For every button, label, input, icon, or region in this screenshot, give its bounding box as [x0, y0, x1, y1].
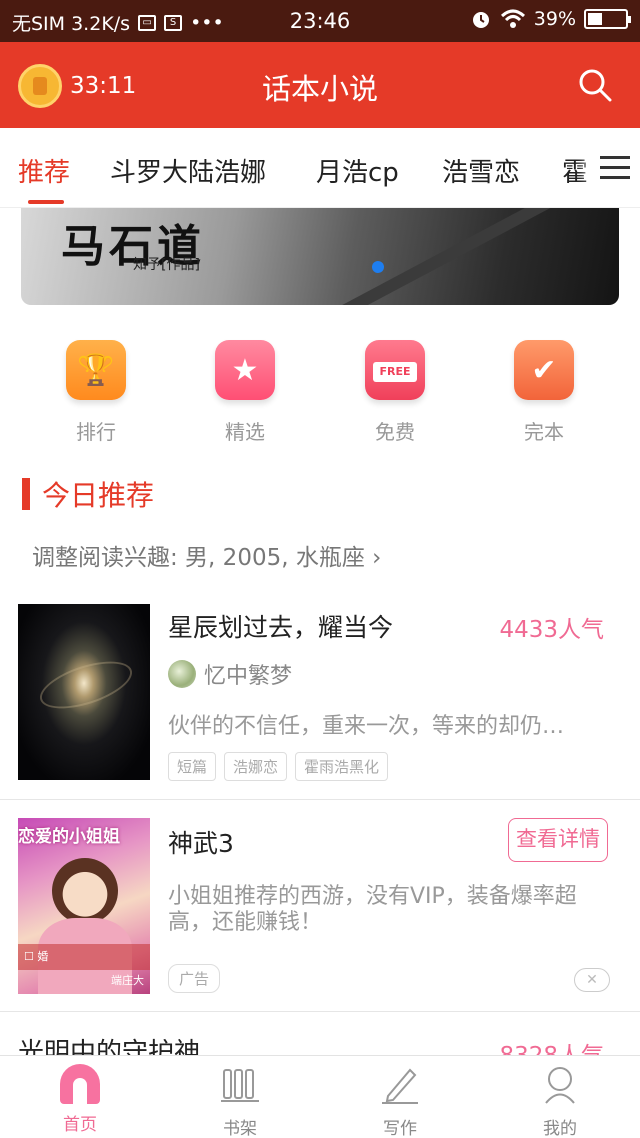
- app-title: 话本小说: [261, 72, 378, 106]
- book-cover: [18, 604, 150, 780]
- chevron-right-icon: ›: [372, 545, 382, 571]
- author-avatar: [168, 660, 196, 688]
- banner-flute-art: [333, 208, 569, 305]
- tab-douluo[interactable]: 斗罗大陆浩娜: [110, 152, 266, 189]
- view-details-button[interactable]: 查看详情: [508, 818, 608, 862]
- wifi-icon: [500, 9, 525, 28]
- section-accent-bar: [22, 478, 30, 510]
- book-title: 星辰划过去，耀当今: [168, 613, 394, 642]
- section-heading: 今日推荐: [22, 476, 154, 512]
- tag-chip[interactable]: 短篇: [168, 752, 217, 781]
- nav-home[interactable]: 首页: [25, 1064, 135, 1135]
- banner-author: 知予[作品]: [133, 257, 200, 273]
- ad-cover: 恋爱的小姐姐 ☐ 婚 端庄大: [18, 818, 150, 994]
- bookshelf-icon: [221, 1069, 259, 1102]
- section-title: 今日推荐: [42, 479, 155, 512]
- nav-label: 首页: [63, 1115, 97, 1135]
- app-header: 33:11 话本小说: [0, 42, 640, 128]
- ad-description: 小姐姐推荐的西游，没有VIP，装备爆率超高，还能赚钱！: [168, 884, 577, 935]
- battery-icon: [584, 9, 631, 29]
- menu-icon[interactable]: [600, 156, 630, 180]
- shortcut-label: 免费: [375, 420, 415, 444]
- tag-chip[interactable]: 霍雨浩黑化: [295, 752, 389, 781]
- nav-label: 写作: [383, 1119, 417, 1138]
- author-name: 忆中繁梦: [204, 664, 293, 689]
- category-tabs: 推荐 斗罗大陆浩娜 月浩cp 浩雪恋 霍: [0, 128, 640, 208]
- banner-page-indicator: [372, 261, 384, 273]
- divider: [0, 1011, 640, 1012]
- shortcut-label: 精选: [225, 420, 265, 444]
- shortcut-completed[interactable]: ✔ 完本: [489, 340, 599, 445]
- book-popularity: 4433人气: [499, 617, 604, 643]
- ad-title: 神武3: [168, 829, 234, 858]
- battery-percent: 39%: [533, 8, 576, 30]
- home-icon: [60, 1064, 100, 1104]
- star-icon: ★: [215, 340, 275, 400]
- reading-interest-link[interactable]: 调整阅读兴趣: 男, 2005, 水瓶座 ›: [32, 538, 381, 572]
- ad-label: 广告: [168, 964, 221, 993]
- bottom-navigation: 首页 书架 写作 我的: [0, 1055, 640, 1138]
- ad-cover-text2: 端庄大: [111, 974, 144, 987]
- status-right: 39%: [470, 8, 631, 30]
- tab-huo[interactable]: 霍: [562, 152, 588, 189]
- shortcut-featured[interactable]: ★ 精选: [190, 340, 300, 445]
- trophy-icon: 🏆: [66, 340, 126, 400]
- profile-icon: [545, 1067, 575, 1104]
- alarm-clock-icon: [472, 12, 489, 28]
- tag-chip[interactable]: 浩娜恋: [224, 752, 288, 781]
- divider: [0, 799, 640, 800]
- nav-bookshelf[interactable]: 书架: [185, 1064, 295, 1138]
- check-icon: ✔: [514, 340, 574, 400]
- shortcut-ranking[interactable]: 🏆 排行: [41, 340, 151, 445]
- nav-write[interactable]: 写作: [345, 1064, 455, 1138]
- ad-cover-caption: 恋爱的小姐姐: [18, 827, 120, 847]
- search-icon[interactable]: [578, 68, 612, 102]
- tab-yuehao[interactable]: 月浩cp: [316, 152, 399, 189]
- close-icon[interactable]: ✕: [574, 968, 610, 992]
- interest-text: 调整阅读兴趣: 男, 2005, 水瓶座: [32, 545, 365, 571]
- shortcut-row: 🏆 排行 ★ 精选 FREE 免费 ✔ 完本: [0, 340, 640, 450]
- nav-label: 书架: [223, 1119, 257, 1138]
- tab-active-indicator: [28, 200, 64, 204]
- pen-icon: [382, 1068, 418, 1104]
- free-tag-icon: FREE: [365, 340, 425, 400]
- tab-recommend[interactable]: 推荐: [18, 152, 70, 189]
- featured-banner[interactable]: 马石道 知予[作品]: [21, 208, 619, 305]
- shortcut-label: 排行: [76, 420, 116, 444]
- book-description: 伙伴的不信任，重来一次，等来的却仍…: [168, 714, 565, 739]
- status-bar: 无SIM 3.2K/s ▭ S ••• 23:46 39%: [0, 0, 640, 42]
- shortcut-free[interactable]: FREE 免费: [340, 340, 450, 445]
- tab-haoxue[interactable]: 浩雪恋: [442, 152, 520, 189]
- nav-label: 我的: [543, 1119, 577, 1138]
- nav-profile[interactable]: 我的: [505, 1064, 615, 1138]
- shortcut-label: 完本: [524, 420, 564, 444]
- book-tags: 短篇 浩娜恋 霍雨浩黑化: [168, 752, 389, 781]
- ad-cover-text1: ☐ 婚: [24, 950, 49, 963]
- book-author: 忆中繁梦: [168, 658, 292, 690]
